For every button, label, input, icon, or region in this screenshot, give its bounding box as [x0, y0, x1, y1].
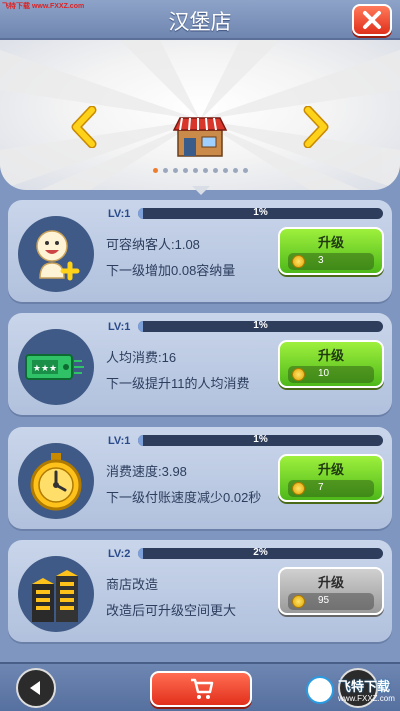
current-stat: 人均消费:16	[106, 350, 177, 365]
progress-percent: 2%	[253, 547, 268, 558]
upgrade-card-renovation: LV:2 2% 商店改造 改造后可升级空间更大 升级 95	[8, 540, 392, 642]
back-button[interactable]	[16, 668, 56, 708]
upgrade-price: 10	[288, 366, 374, 383]
card-icon-circle	[18, 556, 94, 632]
page-dot[interactable]	[182, 168, 188, 173]
current-stat: 消费速度:3.98	[106, 464, 187, 479]
progress-percent: 1%	[253, 434, 268, 445]
price-value: 95	[318, 595, 330, 606]
next-level-description: 下一级付账速度减少0.02秒	[106, 490, 262, 505]
page-dot[interactable]	[212, 168, 218, 173]
next-level-description: 下一级增加0.08容纳量	[106, 263, 236, 278]
next-shop-arrow-icon[interactable]	[302, 106, 330, 148]
banner-pointer	[192, 186, 210, 195]
upgrade-card-speed: LV:1 1% 消费速度:3.98 下一级付账速度减少0.02秒 升级 7	[8, 427, 392, 529]
upgrade-card-spending: ★★★ LV:1 1% 人均消费:16 下一级提升11的人均消费 升级 10	[8, 313, 392, 415]
page-dot[interactable]	[162, 168, 168, 173]
page-dot[interactable]	[172, 168, 178, 173]
page-dot[interactable]	[192, 168, 198, 173]
page-dot[interactable]	[202, 168, 208, 173]
progress-percent: 1%	[253, 207, 268, 218]
card-icon-circle	[18, 443, 94, 519]
watermark-f-icon	[306, 676, 334, 704]
page-dot[interactable]	[152, 168, 158, 173]
level-label: LV:2	[108, 548, 131, 560]
upgrade-button-label: 升级	[317, 575, 344, 590]
page-dot[interactable]	[232, 168, 238, 173]
coin-icon	[292, 482, 305, 495]
upgrade-button-label: 升级	[317, 462, 344, 477]
price-value: 10	[318, 368, 330, 379]
level-label: LV:1	[108, 435, 131, 447]
close-button[interactable]	[352, 4, 392, 36]
level-label: LV:1	[108, 208, 131, 220]
card-icon-circle	[18, 216, 94, 292]
page-dot[interactable]	[222, 168, 228, 173]
next-level-description: 改造后可升级空间更大	[106, 603, 237, 618]
shop-cart-button[interactable]	[150, 671, 252, 707]
upgrade-button-label: 升级	[317, 348, 344, 363]
smiling-customer-plus-icon	[36, 230, 80, 281]
close-icon	[363, 11, 381, 29]
svg-text:★★★: ★★★	[33, 364, 57, 374]
cart-icon	[191, 678, 214, 699]
current-stat: 可容纳客人:1.08	[106, 237, 200, 252]
buildings-icon	[32, 570, 78, 622]
watermark-logo: 飞特下载 www.FXXZ.com	[306, 672, 398, 710]
price-value: 7	[318, 482, 324, 493]
shop-banner	[0, 40, 400, 190]
level-label: LV:1	[108, 321, 131, 333]
prev-shop-arrow-icon[interactable]	[70, 106, 98, 148]
coin-icon	[292, 595, 305, 608]
upgrade-card-capacity: LV:1 1% 可容纳客人:1.08 下一级增加0.08容纳量 升级 3	[8, 200, 392, 302]
coin-icon	[292, 368, 305, 381]
progress-percent: 1%	[253, 320, 268, 331]
upgrade-price: 3	[288, 253, 374, 270]
upgrade-price: 95	[288, 593, 374, 610]
card-icon-circle: ★★★	[18, 329, 94, 405]
next-level-description: 下一级提升11的人均消费	[106, 376, 250, 391]
watermark-url: www.FXXZ.com	[338, 694, 395, 703]
stopwatch-icon	[30, 453, 82, 511]
upgrade-button[interactable]: 升级 95	[278, 567, 384, 615]
price-value: 3	[318, 255, 324, 266]
upgrade-button[interactable]: 升级 10	[278, 340, 384, 388]
upgrade-button-label: 升级	[317, 235, 344, 250]
upgrade-button[interactable]: 升级 7	[278, 454, 384, 502]
page-dot[interactable]	[242, 168, 248, 173]
coin-icon	[292, 255, 305, 268]
triangle-left-icon	[30, 681, 40, 695]
page-indicator	[0, 168, 400, 173]
upgrade-button[interactable]: 升级 3	[278, 227, 384, 275]
burger-shop-icon	[172, 117, 228, 157]
watermark-top: 飞特下载 www.FXXZ.com	[2, 3, 85, 10]
upgrade-price: 7	[288, 480, 374, 497]
ticket-icon: ★★★	[25, 354, 84, 380]
current-stat: 商店改造	[106, 577, 159, 592]
watermark-title: 飞特下载	[338, 679, 391, 694]
